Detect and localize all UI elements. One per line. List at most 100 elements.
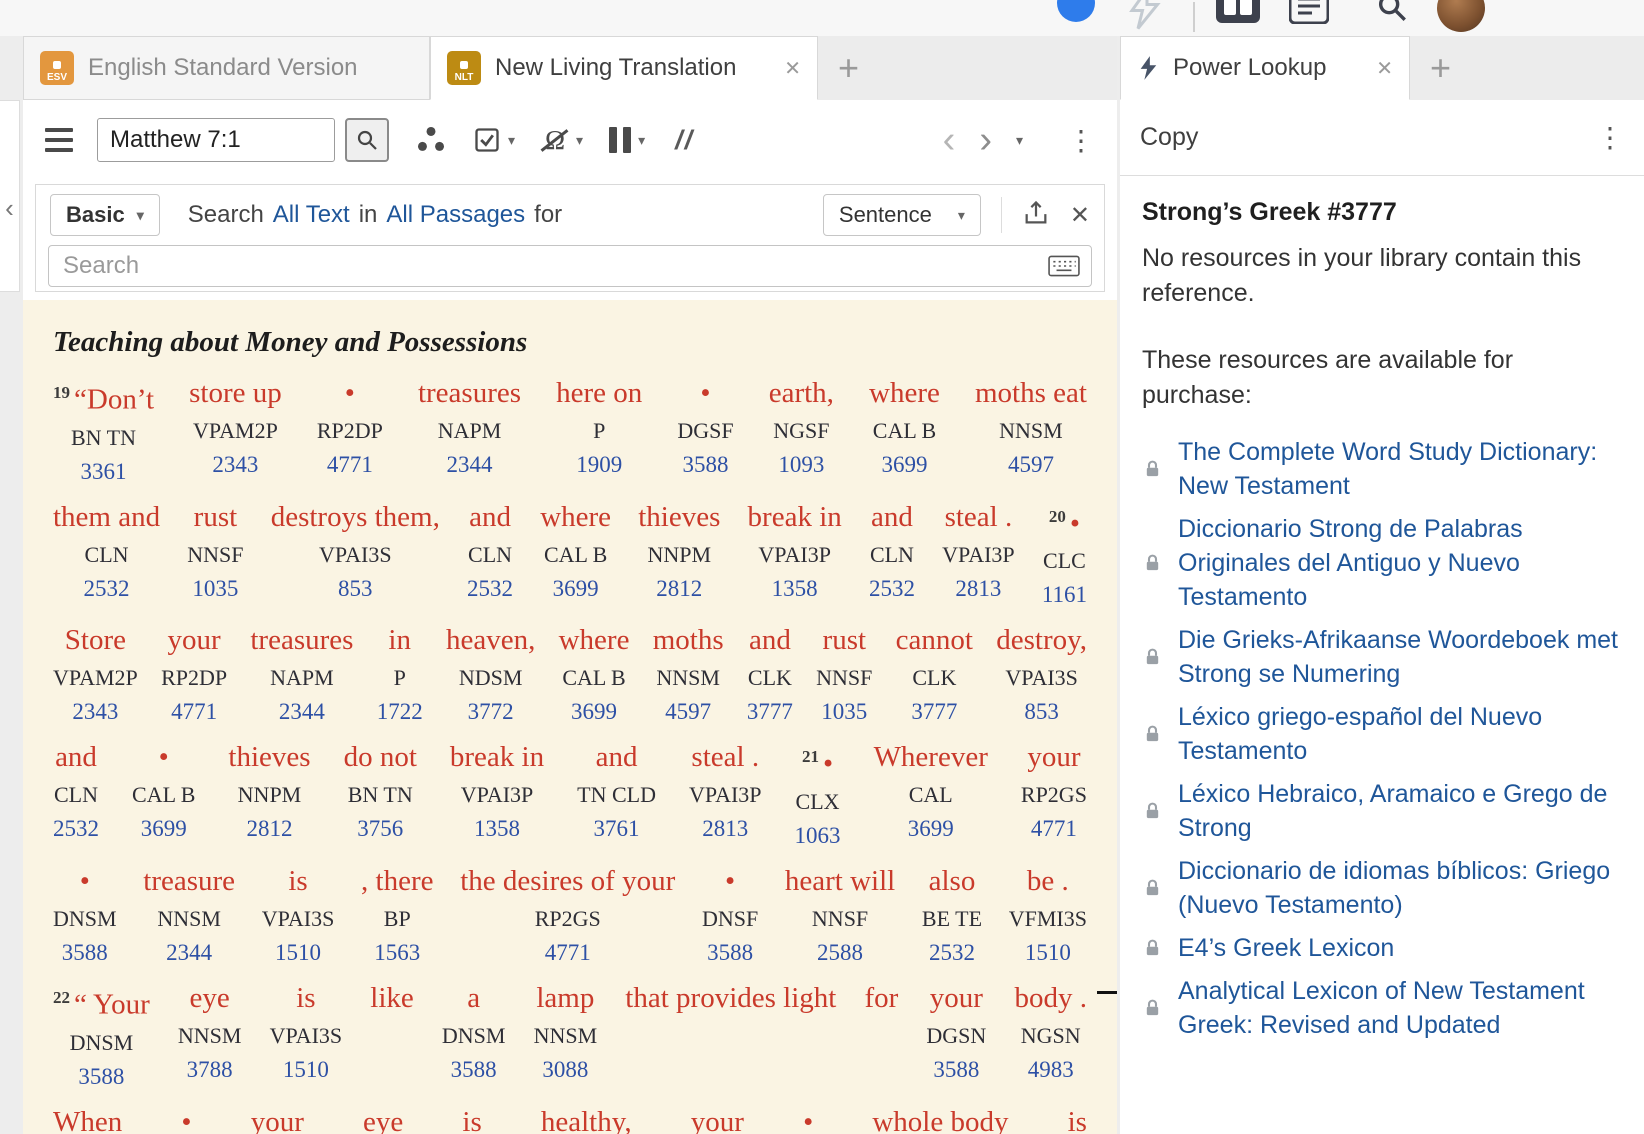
interlinear-word[interactable]: rust: [816, 619, 872, 661]
result-unit-dropdown[interactable]: Sentence ▾: [822, 194, 981, 236]
untranslated-bullet[interactable]: •: [53, 860, 117, 902]
export-button[interactable]: [1022, 199, 1050, 232]
visual-filter-button[interactable]: [415, 125, 447, 155]
resource-link[interactable]: Analytical Lexicon of New Testament Gree…: [1178, 974, 1622, 1042]
scroll-indicator[interactable]: [1097, 991, 1117, 994]
strongs-number[interactable]: 1063: [795, 819, 841, 853]
resource-link[interactable]: Diccionario de idiomas bíblicos: Griego …: [1178, 854, 1622, 922]
morph-code[interactable]: DNSM: [53, 902, 117, 936]
keyboard-button[interactable]: [1048, 255, 1080, 282]
strongs-number[interactable]: 3699: [874, 812, 988, 846]
morph-code[interactable]: VPAI3P: [942, 538, 1015, 572]
morph-code[interactable]: CLN: [869, 538, 915, 572]
new-tab-button[interactable]: +: [1430, 50, 1451, 86]
morph-code[interactable]: NGSN: [1014, 1019, 1087, 1053]
morph-code[interactable]: DNSM: [442, 1019, 506, 1053]
strongs-number[interactable]: 3699: [869, 448, 940, 482]
interlinear-word[interactable]: heart will: [785, 860, 895, 902]
morph-code[interactable]: NNSF: [187, 538, 243, 572]
morph-code[interactable]: NAPM: [250, 661, 353, 695]
strongs-number[interactable]: 2532: [467, 572, 513, 606]
strongs-number[interactable]: 1358: [450, 812, 544, 846]
strongs-number[interactable]: 3777: [747, 695, 793, 729]
strongs-number[interactable]: 3699: [540, 572, 611, 606]
interlinear-word[interactable]: treasures: [418, 372, 521, 414]
interlinear-word[interactable]: and: [577, 736, 656, 778]
morph-code[interactable]: VPAM2P: [189, 414, 282, 448]
menu-icon[interactable]: [45, 128, 73, 152]
untranslated-bullet[interactable]: •: [803, 1101, 813, 1134]
morph-code[interactable]: NNSF: [785, 902, 895, 936]
interlinear-word[interactable]: and: [467, 496, 513, 538]
history-dropdown-icon[interactable]: ▾: [1016, 132, 1023, 149]
morph-code[interactable]: DNSM: [53, 1026, 150, 1060]
strongs-number[interactable]: 2532: [869, 572, 915, 606]
interlinear-word[interactable]: is: [1068, 1101, 1087, 1134]
layouts-icon[interactable]: [1215, 0, 1261, 29]
find-icon[interactable]: [1372, 0, 1412, 29]
morph-code[interactable]: NNSM: [178, 1019, 242, 1053]
morph-code[interactable]: VPAI3S: [262, 902, 335, 936]
strongs-number[interactable]: 4771: [317, 448, 383, 482]
morph-code[interactable]: TN CLD: [577, 778, 656, 812]
morph-code[interactable]: NGSF: [769, 414, 834, 448]
strongs-number[interactable]: 3088: [534, 1053, 598, 1087]
strongs-number[interactable]: 1909: [556, 448, 642, 482]
untranslated-bullet[interactable]: 20 •: [1042, 496, 1087, 545]
strongs-number[interactable]: 2813: [689, 812, 762, 846]
strongs-number[interactable]: 3699: [559, 695, 630, 729]
morph-code[interactable]: DGSN: [926, 1019, 986, 1053]
interlinear-word[interactable]: is: [262, 860, 335, 902]
morph-code[interactable]: BE TE: [922, 902, 982, 936]
interlinear-word[interactable]: also: [922, 860, 982, 902]
alert-icon[interactable]: [1125, 0, 1163, 35]
interlinear-word[interactable]: break in: [748, 496, 842, 538]
morph-code[interactable]: CLC: [1042, 544, 1087, 578]
strongs-number[interactable]: 3756: [344, 812, 417, 846]
parallel-resources-icon[interactable]: //: [675, 125, 694, 156]
strongs-number[interactable]: 2813: [942, 572, 1015, 606]
close-icon[interactable]: ✕: [1070, 201, 1090, 230]
morph-code[interactable]: RP2GS: [460, 902, 675, 936]
collapsed-panel-handle[interactable]: ‹: [0, 100, 20, 292]
interlinear-word[interactable]: is: [270, 977, 343, 1019]
strongs-number[interactable]: 4771: [161, 695, 227, 729]
selection-options-button[interactable]: ▾: [473, 126, 515, 154]
strongs-number[interactable]: 1161: [1042, 578, 1087, 612]
new-tab-button[interactable]: +: [838, 50, 859, 86]
sync-icon[interactable]: [1057, 0, 1095, 22]
interlinear-word[interactable]: steal .: [689, 736, 762, 778]
untranslated-bullet[interactable]: •: [181, 1101, 191, 1134]
strongs-number[interactable]: 2343: [189, 448, 282, 482]
interlinear-word[interactable]: the desires of your: [460, 860, 675, 902]
strongs-number[interactable]: 2344: [418, 448, 521, 482]
morph-code[interactable]: VFMI3S: [1009, 902, 1087, 936]
close-icon[interactable]: ✕: [774, 56, 801, 81]
morph-code[interactable]: VPAI3S: [271, 538, 440, 572]
interlinear-word[interactable]: cannot: [896, 619, 973, 661]
morph-code[interactable]: VPAM2P: [53, 661, 138, 695]
interlinear-word[interactable]: Wherever: [874, 736, 988, 778]
notes-icon[interactable]: [1288, 0, 1330, 29]
strongs-number[interactable]: 3588: [702, 936, 758, 970]
interlinear-word[interactable]: moths: [653, 619, 724, 661]
interlinear-word[interactable]: body .: [1014, 977, 1087, 1019]
morph-code[interactable]: VPAI3P: [689, 778, 762, 812]
strongs-number[interactable]: 3761: [577, 812, 656, 846]
morph-code[interactable]: CLK: [747, 661, 793, 695]
strongs-number[interactable]: 4983: [1014, 1053, 1087, 1087]
interlinear-word[interactable]: where: [869, 372, 940, 414]
interlinear-word[interactable]: eye: [363, 1101, 403, 1134]
interlinear-word[interactable]: , there: [361, 860, 433, 902]
interlinear-word[interactable]: treasures: [250, 619, 353, 661]
search-button[interactable]: [345, 118, 389, 162]
morph-code[interactable]: VPAI3P: [748, 538, 842, 572]
interlinear-word[interactable]: in: [377, 619, 423, 661]
interlinear-word[interactable]: destroy,: [996, 619, 1087, 661]
interlinear-word[interactable]: 22 “ Your: [53, 977, 150, 1026]
tab-power-lookup[interactable]: Power Lookup ✕: [1120, 36, 1410, 100]
interlinear-word[interactable]: thieves: [638, 496, 720, 538]
interlinear-word[interactable]: is: [462, 1101, 481, 1134]
strongs-number[interactable]: 3588: [53, 1060, 150, 1094]
morph-code[interactable]: NNSM: [975, 414, 1087, 448]
